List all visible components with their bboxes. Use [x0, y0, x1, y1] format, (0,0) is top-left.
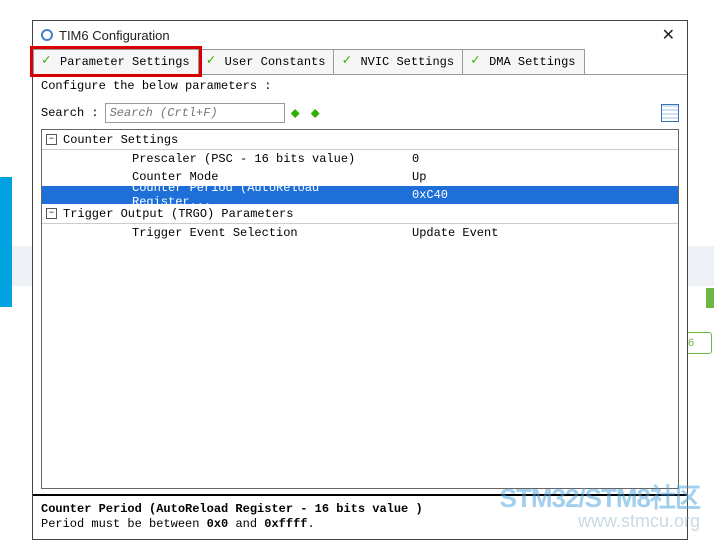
search-next-icon[interactable]: ⬥ [291, 106, 305, 120]
search-input[interactable] [105, 103, 285, 123]
search-row: Search : ⬥ ⬥ [33, 97, 687, 129]
param-value[interactable]: 0 [402, 152, 678, 166]
tab-label: Parameter Settings [60, 55, 190, 69]
footer-title: Counter Period (AutoReload Register - 16… [41, 502, 423, 516]
param-row-counter-period[interactable]: Counter Period (AutoReload Register... 0… [42, 186, 678, 204]
grid-view-button[interactable] [661, 104, 679, 122]
footer-text: and [228, 517, 264, 531]
group-label: Trigger Output (TRGO) Parameters [63, 207, 293, 221]
param-label: Prescaler (PSC - 16 bits value) [42, 152, 402, 166]
footer-max: 0xffff [264, 517, 307, 531]
close-icon[interactable]: ✕ [658, 25, 679, 45]
tab-dma-settings[interactable]: DMA Settings [462, 49, 584, 74]
search-prev-icon[interactable]: ⬥ [311, 106, 325, 120]
description-footer: Counter Period (AutoReload Register - 16… [33, 494, 687, 539]
collapse-icon[interactable]: − [46, 208, 57, 219]
footer-text: Period must be between [41, 517, 207, 531]
check-icon [42, 55, 56, 69]
param-value[interactable]: 0xC40 [402, 188, 678, 202]
tab-label: User Constants [225, 55, 326, 69]
tab-bar: Parameter Settings User Constants NVIC S… [33, 49, 687, 75]
collapse-icon[interactable]: − [46, 134, 57, 145]
param-row-prescaler[interactable]: Prescaler (PSC - 16 bits value) 0 [42, 150, 678, 168]
check-icon [207, 55, 221, 69]
gear-icon [41, 29, 53, 41]
tab-parameter-settings[interactable]: Parameter Settings [33, 49, 199, 74]
param-label: Counter Period (AutoReload Register... [42, 181, 402, 209]
group-counter-settings[interactable]: − Counter Settings [42, 130, 678, 150]
param-value[interactable]: Up [402, 170, 678, 184]
tab-user-constants[interactable]: User Constants [198, 49, 335, 74]
tab-label: NVIC Settings [360, 55, 454, 69]
check-icon [342, 55, 356, 69]
bg-right-accent [706, 288, 714, 308]
footer-min: 0x0 [207, 517, 229, 531]
group-label: Counter Settings [63, 133, 178, 147]
bg-left-stripe [0, 177, 12, 307]
check-icon [471, 55, 485, 69]
window-title: TIM6 Configuration [59, 28, 170, 43]
titlebar: TIM6 Configuration ✕ [33, 21, 687, 49]
search-label: Search : [41, 106, 99, 120]
param-row-trigger-event[interactable]: Trigger Event Selection Update Event [42, 224, 678, 242]
tab-nvic-settings[interactable]: NVIC Settings [333, 49, 463, 74]
param-label: Trigger Event Selection [42, 226, 402, 240]
subheader-text: Configure the below parameters : [33, 75, 687, 97]
parameters-panel: − Counter Settings Prescaler (PSC - 16 b… [41, 129, 679, 489]
param-value[interactable]: Update Event [402, 226, 678, 240]
tab-label: DMA Settings [489, 55, 575, 69]
config-dialog: TIM6 Configuration ✕ Parameter Settings … [32, 20, 688, 540]
footer-text: . [307, 517, 314, 531]
